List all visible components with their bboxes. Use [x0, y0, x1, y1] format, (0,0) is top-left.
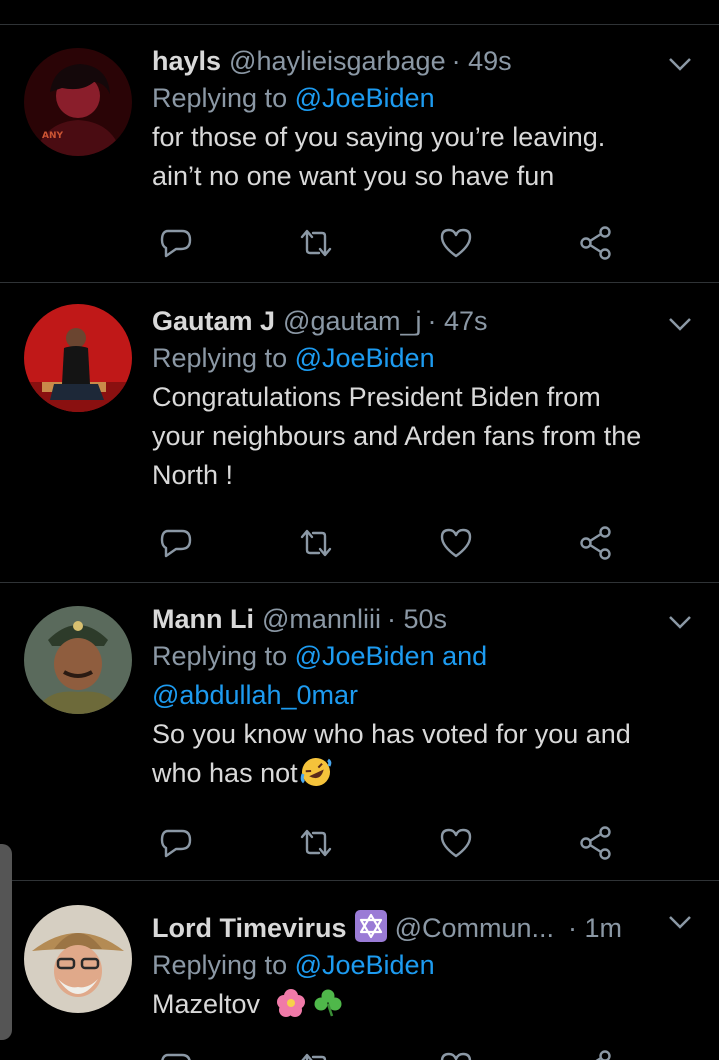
- tweet-text-line: Congratulations President Biden from: [152, 382, 601, 412]
- avatar[interactable]: [24, 905, 132, 1013]
- timestamp: · 49s: [451, 46, 512, 76]
- tweet-text: Mazeltov: [152, 985, 695, 1024]
- chevron-down-icon[interactable]: [665, 49, 695, 79]
- replying-to: Replying to @JoeBiden: [152, 339, 695, 378]
- avatar[interactable]: [24, 304, 132, 412]
- timestamp: · 50s: [386, 604, 447, 634]
- shamrock-emoji-icon: [313, 988, 343, 1018]
- retweet-icon[interactable]: [296, 1047, 336, 1060]
- tweet-header: Gautam J @gautam_j · 47s: [152, 303, 695, 339]
- tweet-text-line: North !: [152, 460, 234, 490]
- retweet-icon[interactable]: [296, 223, 336, 263]
- avatar[interactable]: [24, 606, 132, 714]
- tweet-text-line: for those of you saying you’re leaving.: [152, 122, 606, 152]
- mention-link[interactable]: @JoeBiden and: [295, 641, 488, 671]
- tweet[interactable]: Lord Timevirus @Commun... · 1m Replying …: [0, 881, 719, 1060]
- tweet-text: for those of you saying you’re leaving. …: [152, 118, 695, 196]
- replying-to: Replying to @JoeBiden: [152, 946, 695, 985]
- tweet-text-line: ain’t no one want you so have fun: [152, 161, 555, 191]
- replying-to: Replying to @JoeBiden: [152, 79, 695, 118]
- tweet-text-line: Mazeltov: [152, 989, 261, 1019]
- rofl-emoji-icon: [300, 756, 332, 788]
- mention-link[interactable]: @JoeBiden: [295, 950, 435, 980]
- tweet-text-line-with-emoji: who has not: [152, 754, 695, 793]
- tweet-actions: [152, 523, 612, 563]
- tweet[interactable]: Mann Li @mannliii · 50s Replying to @Joe…: [0, 583, 719, 881]
- reply-icon[interactable]: [156, 523, 196, 563]
- tweet-text-line: So you know who has voted for you and: [152, 719, 631, 749]
- tweet-text: Congratulations President Biden from you…: [152, 378, 695, 495]
- tweet-text-line: your neighbours and Arden fans from the: [152, 421, 642, 451]
- user-handle[interactable]: @haylieisgarbage: [229, 43, 446, 79]
- reply-icon[interactable]: [156, 823, 196, 863]
- chevron-down-icon[interactable]: [665, 309, 695, 339]
- tweet-actions: [152, 1047, 612, 1060]
- chevron-down-icon[interactable]: [665, 607, 695, 637]
- replying-to: Replying to @JoeBiden and: [152, 637, 695, 676]
- tweet-actions: [152, 823, 612, 863]
- display-name[interactable]: Lord Timevirus: [152, 910, 347, 946]
- timestamp: · 47s: [427, 306, 488, 336]
- tweet-header: Mann Li @mannliii · 50s: [152, 601, 695, 637]
- user-handle[interactable]: @mannliii: [262, 601, 381, 637]
- user-handle[interactable]: @gautam_j: [283, 303, 421, 339]
- replying-label: Replying to: [152, 641, 295, 671]
- share-icon[interactable]: [576, 223, 616, 263]
- share-icon[interactable]: [576, 1047, 616, 1060]
- tweet-text-line: who has not: [152, 758, 298, 788]
- display-name[interactable]: hayls: [152, 43, 221, 79]
- heart-icon[interactable]: [436, 823, 476, 863]
- edge-panel-handle[interactable]: [0, 844, 12, 1040]
- replying-to-continued: @abdullah_0mar: [152, 676, 695, 715]
- timestamp: · 1m: [568, 913, 623, 943]
- heart-icon[interactable]: [436, 223, 476, 263]
- tweet-header: Lord Timevirus @Commun... · 1m: [152, 905, 695, 946]
- reply-icon[interactable]: [156, 223, 196, 263]
- display-name[interactable]: Gautam J: [152, 303, 275, 339]
- replying-label: Replying to: [152, 83, 295, 113]
- reply-icon[interactable]: [156, 1047, 196, 1060]
- tweet[interactable]: Gautam J @gautam_j · 47s Replying to @Jo…: [0, 283, 719, 583]
- share-icon[interactable]: [576, 523, 616, 563]
- heart-icon[interactable]: [436, 523, 476, 563]
- hibiscus-emoji-icon: [276, 988, 306, 1018]
- replying-label: Replying to: [152, 950, 295, 980]
- tweet-feed: ANY hayls @haylieisgarbage · 49s Replyin…: [0, 0, 719, 1060]
- svg-text:ANY: ANY: [42, 131, 63, 141]
- mention-link[interactable]: @JoeBiden: [295, 343, 435, 373]
- tweet[interactable]: ANY hayls @haylieisgarbage · 49s Replyin…: [0, 25, 719, 283]
- tweet-text: So you know who has voted for you and wh…: [152, 715, 695, 793]
- heart-icon[interactable]: [436, 1047, 476, 1060]
- user-handle[interactable]: @Commun...: [395, 910, 554, 946]
- retweet-icon[interactable]: [296, 823, 336, 863]
- avatar[interactable]: ANY: [24, 48, 132, 156]
- retweet-icon[interactable]: [296, 523, 336, 563]
- chevron-down-icon[interactable]: [665, 907, 695, 937]
- tweet-actions: [152, 223, 612, 263]
- mention-link[interactable]: @abdullah_0mar: [152, 680, 358, 710]
- star-of-david-icon: [354, 910, 387, 942]
- replying-label: Replying to: [152, 343, 295, 373]
- tweet-header: hayls @haylieisgarbage · 49s: [152, 43, 695, 79]
- share-icon[interactable]: [576, 823, 616, 863]
- display-name[interactable]: Mann Li: [152, 601, 254, 637]
- mention-link[interactable]: @JoeBiden: [295, 83, 435, 113]
